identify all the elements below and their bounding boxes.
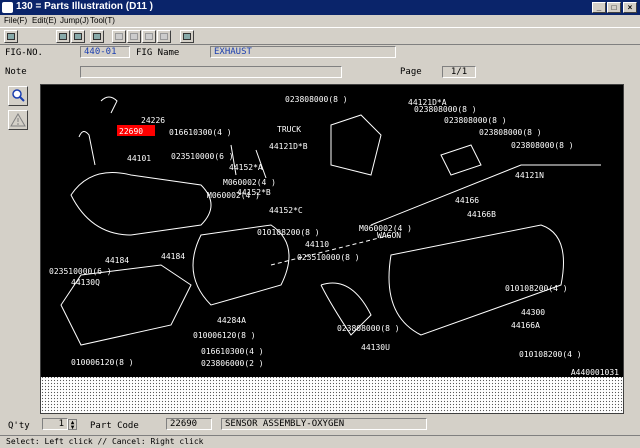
callout-label[interactable]: 016610300(4 ) xyxy=(201,347,264,356)
callout-label[interactable]: 023806000(2 ) xyxy=(201,359,264,368)
status-bar: Select: Left click // Cancel: Right clic… xyxy=(0,435,640,448)
list-button[interactable] xyxy=(71,30,85,43)
note-field xyxy=(80,66,342,78)
oxygen-sensor-cable xyxy=(100,96,118,114)
menu-tool[interactable]: Tool(T) xyxy=(90,16,115,25)
callout-label[interactable]: 44184 xyxy=(105,256,129,265)
callout-label[interactable]: 44300 xyxy=(521,308,545,317)
page-field: 1/1 xyxy=(442,66,476,78)
nav-last-button[interactable] xyxy=(157,30,171,43)
menu-bar: File(F) Edit(E) Jump(J) Tool(T) xyxy=(0,15,640,27)
app-icon xyxy=(2,2,13,13)
callout-label[interactable]: 44166 xyxy=(455,196,479,205)
nav-prev-button[interactable] xyxy=(127,30,141,43)
callout-label[interactable]: 023808000(8 ) xyxy=(285,95,348,104)
fig-name-field: EXHAUST xyxy=(210,46,396,58)
ground-strip xyxy=(41,377,623,413)
callout-label[interactable]: 44152*A xyxy=(229,163,263,172)
callout-label[interactable]: 44166B xyxy=(467,210,496,219)
print-button[interactable] xyxy=(4,30,18,43)
fig-name-label: FIG Name xyxy=(136,48,180,58)
nav-first-button[interactable] xyxy=(112,30,126,43)
callout-label[interactable]: 44110 xyxy=(305,240,329,249)
part-name-field: SENSOR ASSEMBLY-OXYGEN xyxy=(221,418,427,430)
qty-label: Q'ty xyxy=(8,421,30,431)
copy-button[interactable] xyxy=(56,30,70,43)
callout-label[interactable]: 010108200(4 ) xyxy=(519,350,582,359)
callout-label[interactable]: 22690 xyxy=(119,127,143,136)
nav-next-button[interactable] xyxy=(142,30,156,43)
zoom-button[interactable] xyxy=(8,86,28,106)
oxygen-sensor-body xyxy=(78,131,96,166)
diagram-code: A440001031 xyxy=(571,368,619,377)
copy-icon xyxy=(59,33,67,40)
callout-label[interactable]: 24226 xyxy=(141,116,165,125)
callout-label[interactable]: 010006120(8 ) xyxy=(193,331,256,340)
find-icon xyxy=(93,33,101,40)
menu-file[interactable]: File(F) xyxy=(4,16,27,25)
toolbar xyxy=(0,27,640,45)
next-icon xyxy=(145,33,153,40)
rear-bracket xyxy=(440,144,482,176)
prev-icon xyxy=(130,33,138,40)
truck-bracket xyxy=(330,114,382,176)
title-bar: 130 = Parts Illustration (D11 ) _ □ × xyxy=(0,0,640,15)
callout-label[interactable]: 010108200(4 ) xyxy=(505,284,568,293)
callout-label[interactable]: 023510000(8 ) xyxy=(297,253,360,262)
close-button[interactable]: × xyxy=(623,2,637,13)
qty-spinner[interactable]: ▲ ▼ xyxy=(68,419,77,431)
callout-label[interactable]: M060002(4 ) xyxy=(207,191,260,200)
callout-label[interactable]: 44152*C xyxy=(269,206,303,215)
callout-label[interactable]: 023808000(8 ) xyxy=(479,128,542,137)
callout-label[interactable]: 44184 xyxy=(161,252,185,261)
part-code-label: Part Code xyxy=(90,421,139,431)
maximize-button[interactable]: □ xyxy=(607,2,621,13)
callout-label[interactable]: 023510000(6 ) xyxy=(49,267,112,276)
callout-label[interactable]: 023808000(8 ) xyxy=(444,116,507,125)
minimize-button[interactable]: _ xyxy=(592,2,606,13)
callout-label[interactable]: 016610300(4 ) xyxy=(169,128,232,137)
callout-label[interactable]: 44130Q xyxy=(71,278,100,287)
front-exhaust-pipe xyxy=(70,172,212,236)
warning-icon xyxy=(10,113,26,127)
callout-label[interactable]: 010006120(8 ) xyxy=(71,358,134,367)
illustration-icon xyxy=(183,33,191,40)
parts-illustration[interactable]: 24226 22690 016610300(4 ) 44101 TRUCK 44121D*… xyxy=(40,84,624,414)
callout-label[interactable]: 023808000(8 ) xyxy=(511,141,574,150)
window-title: 130 = Parts Illustration (D11 ) xyxy=(16,1,153,12)
note-label: Note xyxy=(5,67,27,77)
callout-label[interactable]: 44284A xyxy=(217,316,246,325)
callout-label[interactable]: 44101 xyxy=(127,154,151,163)
callout-label[interactable]: 023510000(6 ) xyxy=(171,152,234,161)
list-icon xyxy=(74,33,82,40)
heat-shield xyxy=(60,264,192,346)
menu-edit[interactable]: Edit(E) xyxy=(32,16,56,25)
print-icon xyxy=(7,33,15,40)
callout-label[interactable]: 010108200(8 ) xyxy=(257,228,320,237)
zoom-icon xyxy=(12,89,25,102)
fig-no-field: 440-01 xyxy=(80,46,130,58)
find-button[interactable] xyxy=(90,30,104,43)
fig-no-label: FIG-NO. xyxy=(5,48,43,58)
callout-label[interactable]: 44121N xyxy=(515,171,544,180)
bracket-lines xyxy=(230,144,267,179)
callout-label[interactable]: 44121D*B xyxy=(269,142,308,151)
page-label: Page xyxy=(400,67,422,77)
callout-label[interactable]: 44130U xyxy=(361,343,390,352)
callout-label[interactable]: WAGON xyxy=(377,231,401,240)
first-icon xyxy=(115,33,123,40)
menu-jump[interactable]: Jump(J) xyxy=(60,16,89,25)
callout-label[interactable]: 44166A xyxy=(511,321,540,330)
illustration-button[interactable] xyxy=(180,30,194,43)
callout-label[interactable]: M060002(4 ) xyxy=(223,178,276,187)
callout-label[interactable]: TRUCK xyxy=(277,125,301,134)
callout-label[interactable]: 023808000(8 ) xyxy=(337,324,400,333)
callout-label[interactable]: 023808000(8 ) xyxy=(414,105,477,114)
catalytic-converter xyxy=(192,224,290,306)
warning-button[interactable] xyxy=(8,110,28,130)
part-code-field: 22690 xyxy=(166,418,212,430)
qty-field[interactable]: 1 xyxy=(42,418,68,430)
last-icon xyxy=(160,33,168,40)
rear-muffler xyxy=(388,224,564,336)
